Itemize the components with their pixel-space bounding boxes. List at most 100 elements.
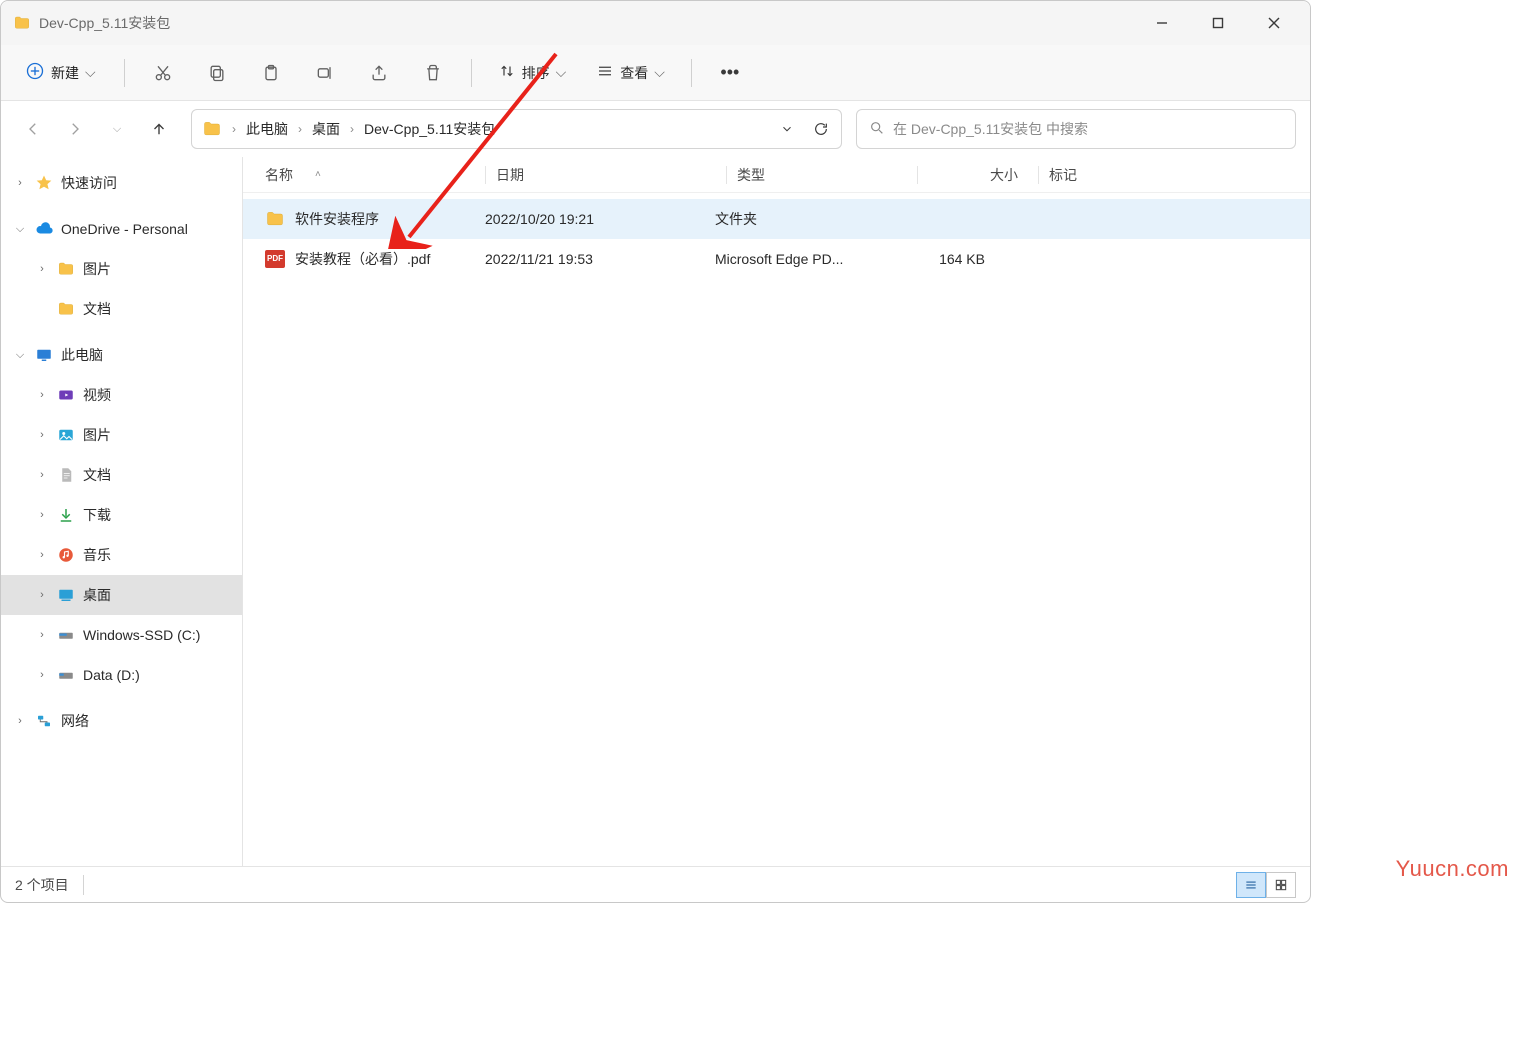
breadcrumb-item[interactable]: Dev-Cpp_5.11安装包 — [364, 119, 495, 139]
view-thumbnails-button[interactable] — [1266, 872, 1296, 898]
window-controls — [1134, 4, 1302, 42]
sidebar-item-downloads[interactable]: › 下载 — [1, 495, 242, 535]
column-name[interactable]: 名称˄ — [265, 165, 485, 185]
new-button[interactable]: 新建 ⌵ — [15, 55, 106, 90]
chevron-right-icon: › — [35, 389, 49, 401]
sidebar-item-videos[interactable]: › 视频 — [1, 375, 242, 415]
folder-icon — [13, 14, 31, 32]
file-type: 文件夹 — [715, 209, 895, 229]
chevron-right-icon: › — [35, 589, 49, 601]
chevron-down-icon: ⌵ — [654, 64, 665, 81]
file-name: 软件安装程序 — [295, 209, 379, 229]
status-count: 2 个项目 — [15, 875, 69, 895]
column-type[interactable]: 类型 — [737, 165, 917, 185]
toolbar: 新建 ⌵ 排序 ⌵ 查看 ⌵ ••• — [1, 45, 1310, 101]
sidebar-item-drive-c[interactable]: › Windows-SSD (C:) — [1, 615, 242, 655]
chevron-right-icon: › — [35, 549, 49, 561]
recent-button[interactable]: ⌵ — [99, 111, 135, 147]
drive-icon — [57, 666, 75, 684]
chevron-down-icon: ⌵ — [13, 349, 27, 362]
cut-button[interactable] — [143, 53, 183, 93]
rename-button[interactable] — [305, 53, 345, 93]
sort-asc-icon: ˄ — [315, 169, 321, 180]
chevron-right-icon: › — [35, 629, 49, 641]
separator — [124, 59, 125, 87]
video-icon — [57, 386, 75, 404]
copy-button[interactable] — [197, 53, 237, 93]
sidebar-item-music[interactable]: › 音乐 — [1, 535, 242, 575]
history-chevron-button[interactable] — [773, 115, 801, 143]
chevron-right-icon: › — [35, 469, 49, 481]
chevron-down-icon: ⌵ — [556, 64, 567, 81]
column-date[interactable]: 日期 — [496, 165, 726, 185]
sidebar-item-od-pictures[interactable]: › 图片 — [1, 249, 242, 289]
folder-icon — [57, 300, 75, 318]
pdf-icon: PDF — [265, 249, 285, 269]
sidebar-label: 网络 — [61, 711, 89, 731]
file-row[interactable]: 软件安装程序 2022/10/20 19:21 文件夹 — [243, 199, 1310, 239]
picture-icon — [57, 426, 75, 444]
star-icon — [35, 174, 53, 192]
sidebar-label: 图片 — [83, 259, 111, 279]
chevron-right-icon: › — [232, 122, 236, 136]
chevron-right-icon: › — [35, 263, 49, 275]
column-tag[interactable]: 标记 — [1049, 165, 1310, 185]
titlebar: Dev-Cpp_5.11安装包 — [1, 1, 1310, 45]
sidebar-item-desktop[interactable]: › 桌面 — [1, 575, 242, 615]
view-button[interactable]: 查看 ⌵ — [588, 56, 673, 89]
sidebar-label: 文档 — [83, 465, 111, 485]
content-area: 名称˄ 日期 类型 大小 标记 软件安装程序 2022/10/20 19:21 … — [243, 157, 1310, 866]
share-button[interactable] — [359, 53, 399, 93]
chevron-right-icon: › — [35, 669, 49, 681]
sidebar-item-pictures[interactable]: › 图片 — [1, 415, 242, 455]
more-button[interactable]: ••• — [710, 53, 750, 93]
breadcrumb-item[interactable]: 桌面› — [312, 119, 354, 139]
navigation-row: ⌵ › 此电脑› 桌面› Dev-Cpp_5.11安装包 — [1, 101, 1310, 157]
sort-icon — [498, 62, 516, 83]
sidebar-item-onedrive[interactable]: ⌵ OneDrive - Personal — [1, 209, 242, 249]
search-bar[interactable] — [856, 109, 1296, 149]
forward-button[interactable] — [57, 111, 93, 147]
delete-button[interactable] — [413, 53, 453, 93]
close-button[interactable] — [1246, 4, 1302, 42]
sidebar-item-this-pc[interactable]: ⌵ 此电脑 — [1, 335, 242, 375]
desktop-icon — [57, 586, 75, 604]
monitor-icon — [35, 346, 53, 364]
status-bar: 2 个项目 — [1, 866, 1310, 902]
separator — [471, 59, 472, 87]
sidebar-item-od-docs[interactable]: 文档 — [1, 289, 242, 329]
column-header: 名称˄ 日期 类型 大小 标记 — [243, 157, 1310, 193]
sidebar: › 快速访问 ⌵ OneDrive - Personal › 图片 文档 — [1, 157, 243, 866]
sidebar-item-quick-access[interactable]: › 快速访问 — [1, 163, 242, 203]
column-size[interactable]: 大小 — [928, 165, 1038, 185]
file-date: 2022/10/20 19:21 — [485, 211, 715, 227]
plus-circle-icon — [25, 61, 45, 84]
chevron-down-icon: ⌵ — [13, 223, 27, 236]
paste-button[interactable] — [251, 53, 291, 93]
sort-button[interactable]: 排序 ⌵ — [490, 56, 575, 89]
sidebar-item-documents[interactable]: › 文档 — [1, 455, 242, 495]
window-title: Dev-Cpp_5.11安装包 — [39, 13, 170, 33]
chevron-right-icon: › — [13, 177, 27, 189]
sidebar-item-drive-d[interactable]: › Data (D:) — [1, 655, 242, 695]
refresh-button[interactable] — [807, 115, 835, 143]
file-row[interactable]: PDF 安装教程（必看）.pdf 2022/11/21 19:53 Micros… — [243, 239, 1310, 279]
chevron-right-icon: › — [35, 429, 49, 441]
file-size: 164 KB — [895, 251, 1005, 267]
search-input[interactable] — [893, 121, 1283, 137]
sidebar-label: 快速访问 — [61, 173, 117, 193]
sidebar-label: 桌面 — [83, 585, 111, 605]
folder-icon — [202, 119, 222, 139]
up-button[interactable] — [141, 111, 177, 147]
minimize-button[interactable] — [1134, 4, 1190, 42]
music-icon — [57, 546, 75, 564]
view-details-button[interactable] — [1236, 872, 1266, 898]
back-button[interactable] — [15, 111, 51, 147]
breadcrumb-item[interactable]: 此电脑› — [246, 119, 302, 139]
sidebar-label: 下载 — [83, 505, 111, 525]
maximize-button[interactable] — [1190, 4, 1246, 42]
address-bar[interactable]: › 此电脑› 桌面› Dev-Cpp_5.11安装包 — [191, 109, 842, 149]
sidebar-item-network[interactable]: › 网络 — [1, 701, 242, 741]
view-label: 查看 — [620, 63, 648, 83]
file-date: 2022/11/21 19:53 — [485, 251, 715, 267]
